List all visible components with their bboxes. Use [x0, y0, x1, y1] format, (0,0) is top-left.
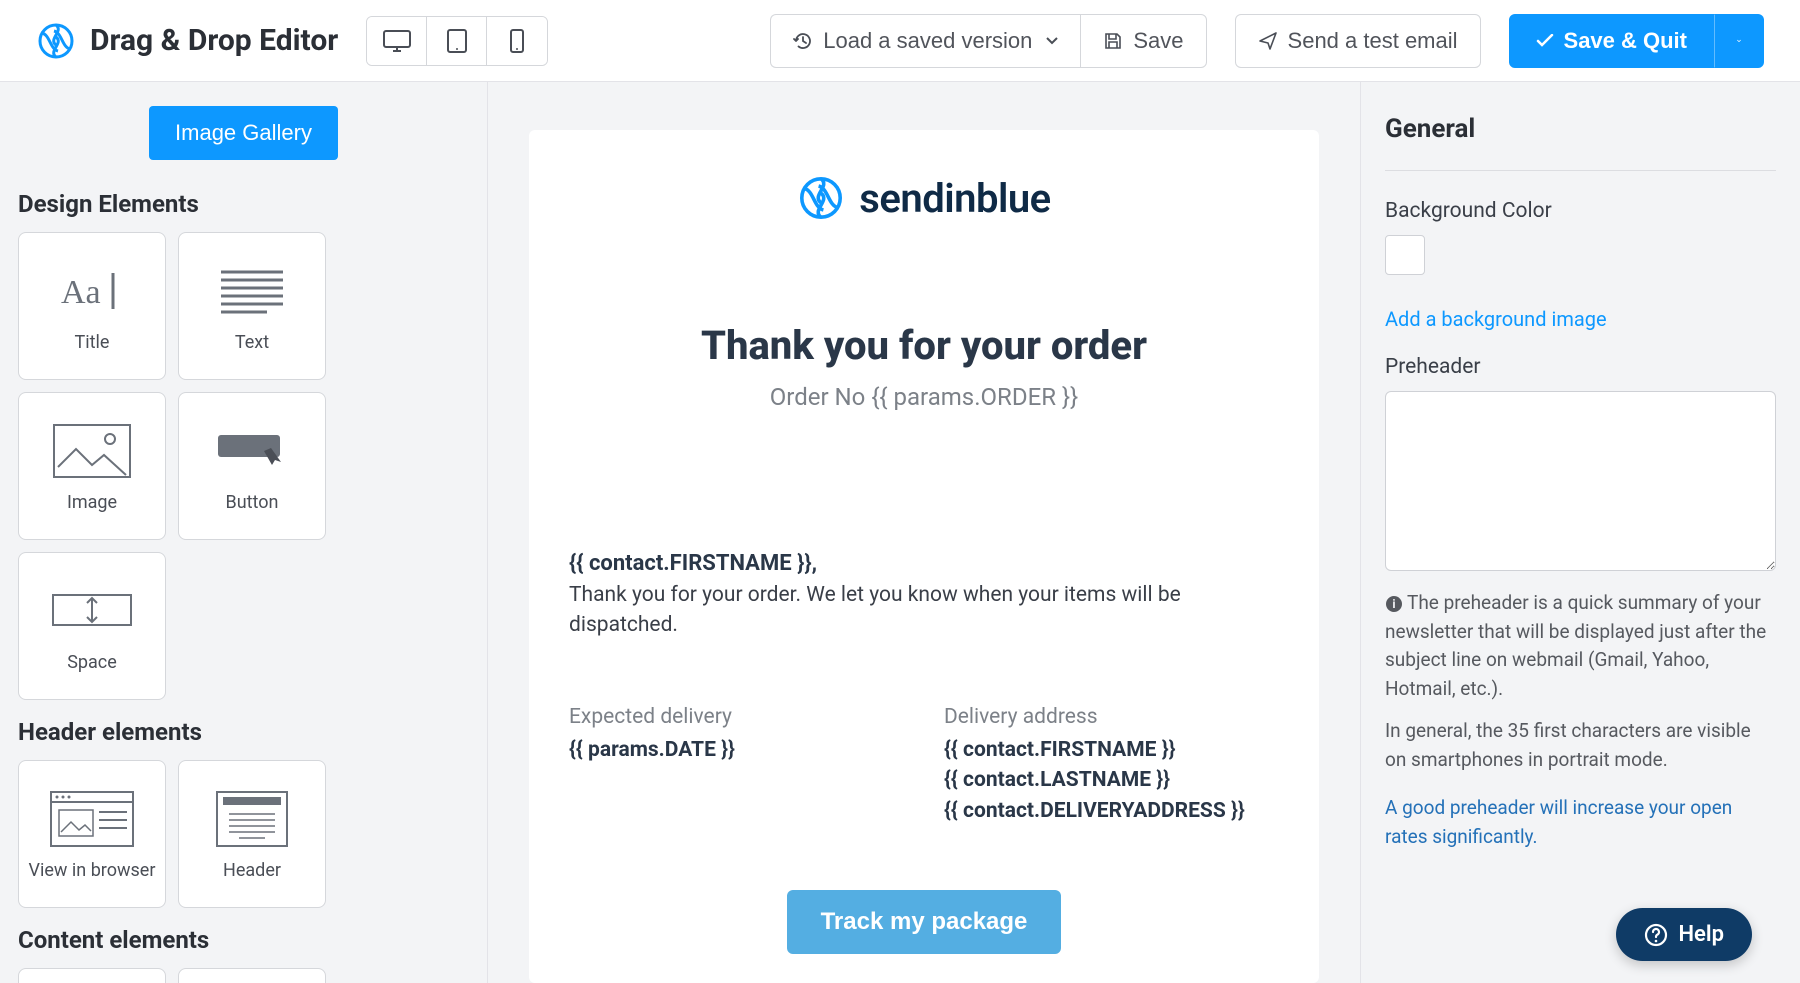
preheader-help-1: i The preheader is a quick summary of yo…	[1385, 589, 1776, 703]
order-number[interactable]: Order No {{ params.ORDER }}	[563, 383, 1285, 411]
desktop-icon	[383, 30, 411, 52]
panel-title: General	[1385, 114, 1776, 171]
element-space[interactable]: Space	[18, 552, 166, 700]
chevron-down-icon	[1737, 37, 1741, 45]
load-version-button[interactable]: Load a saved version	[770, 14, 1080, 68]
delivery-line-3: {{ contact.DELIVERYADDRESS }}	[944, 796, 1279, 826]
device-tablet-button[interactable]	[427, 17, 487, 65]
svg-text:i: i	[1392, 597, 1395, 611]
chevron-down-icon	[1046, 37, 1058, 45]
logo-icon	[36, 21, 76, 61]
text-icon	[209, 260, 295, 322]
check-icon	[1536, 34, 1554, 48]
help-button[interactable]: Help	[1616, 908, 1752, 961]
device-switcher	[366, 16, 548, 66]
send-test-button[interactable]: Send a test email	[1235, 14, 1481, 68]
svg-text:Aa: Aa	[61, 274, 101, 311]
add-bg-image-link[interactable]: Add a background image	[1385, 307, 1607, 331]
save-quit-dropdown[interactable]	[1714, 14, 1764, 68]
sendinblue-logo-icon	[797, 174, 845, 222]
save-button[interactable]: Save	[1080, 14, 1206, 68]
expected-value: {{ params.DATE }}	[569, 735, 904, 765]
element-content-2[interactable]	[178, 968, 326, 983]
element-content-1[interactable]	[18, 968, 166, 983]
device-desktop-button[interactable]	[367, 17, 427, 65]
header-icon	[209, 788, 295, 850]
delivery-line-1: {{ contact.FIRSTNAME }}	[944, 735, 1279, 765]
logo-block[interactable]: sendinblue	[563, 174, 1285, 222]
greeting[interactable]: {{ contact.FIRSTNAME }},	[569, 551, 1279, 576]
track-package-button[interactable]: Track my package	[787, 890, 1062, 954]
section-header-title: Header elements	[18, 718, 469, 746]
delivery-address-block[interactable]: Delivery address {{ contact.FIRSTNAME }}…	[944, 705, 1279, 826]
image-icon	[49, 420, 135, 482]
paper-plane-icon	[1258, 31, 1278, 51]
device-mobile-button[interactable]	[487, 17, 547, 65]
preheader-input[interactable]	[1385, 391, 1776, 571]
preheader-label: Preheader	[1385, 355, 1776, 379]
delivery-line-2: {{ contact.LASTNAME }}	[944, 765, 1279, 795]
elements-sidebar: Image Gallery Design Elements Aa Title T…	[0, 82, 488, 983]
image-gallery-button[interactable]: Image Gallery	[149, 106, 338, 160]
element-title[interactable]: Aa Title	[18, 232, 166, 380]
history-icon	[793, 31, 813, 51]
element-header[interactable]: Header	[178, 760, 326, 908]
email-heading[interactable]: Thank you for your order	[563, 322, 1285, 369]
save-icon	[1103, 31, 1123, 51]
element-button[interactable]: Button	[178, 392, 326, 540]
preheader-help-link[interactable]: A good preheader will increase your open…	[1385, 794, 1776, 851]
element-view-in-browser[interactable]: View in browser	[18, 760, 166, 908]
tablet-icon	[447, 29, 467, 53]
brand: Drag & Drop Editor	[36, 21, 338, 61]
space-icon	[49, 580, 135, 642]
email-canvas[interactable]: sendinblue Thank you for your order Orde…	[529, 130, 1319, 983]
body-text[interactable]: Thank you for your order. We let you kno…	[569, 580, 1279, 641]
expected-label: Expected delivery	[569, 705, 904, 729]
element-image[interactable]: Image	[18, 392, 166, 540]
delivery-label: Delivery address	[944, 705, 1279, 729]
logo-text: sendinblue	[859, 175, 1050, 222]
bg-color-label: Background Color	[1385, 199, 1776, 223]
bg-color-swatch[interactable]	[1385, 235, 1425, 275]
section-content-title: Content elements	[18, 926, 469, 954]
canvas-area[interactable]: sendinblue Thank you for your order Orde…	[488, 82, 1360, 983]
save-quit-button[interactable]: Save & Quit	[1509, 14, 1714, 68]
mobile-icon	[510, 29, 524, 53]
section-design-title: Design Elements	[18, 190, 469, 218]
properties-sidebar: General Background Color Add a backgroun…	[1360, 82, 1800, 983]
preheader-help-2: In general, the 35 first characters are …	[1385, 717, 1776, 774]
app-title: Drag & Drop Editor	[90, 23, 338, 58]
info-icon: i	[1385, 595, 1403, 613]
browser-icon	[49, 788, 135, 850]
title-icon: Aa	[49, 260, 135, 322]
help-icon	[1644, 923, 1668, 947]
button-icon	[209, 420, 295, 482]
topbar: Drag & Drop Editor Load a saved version …	[0, 0, 1800, 82]
element-text[interactable]: Text	[178, 232, 326, 380]
expected-delivery-block[interactable]: Expected delivery {{ params.DATE }}	[569, 705, 904, 826]
